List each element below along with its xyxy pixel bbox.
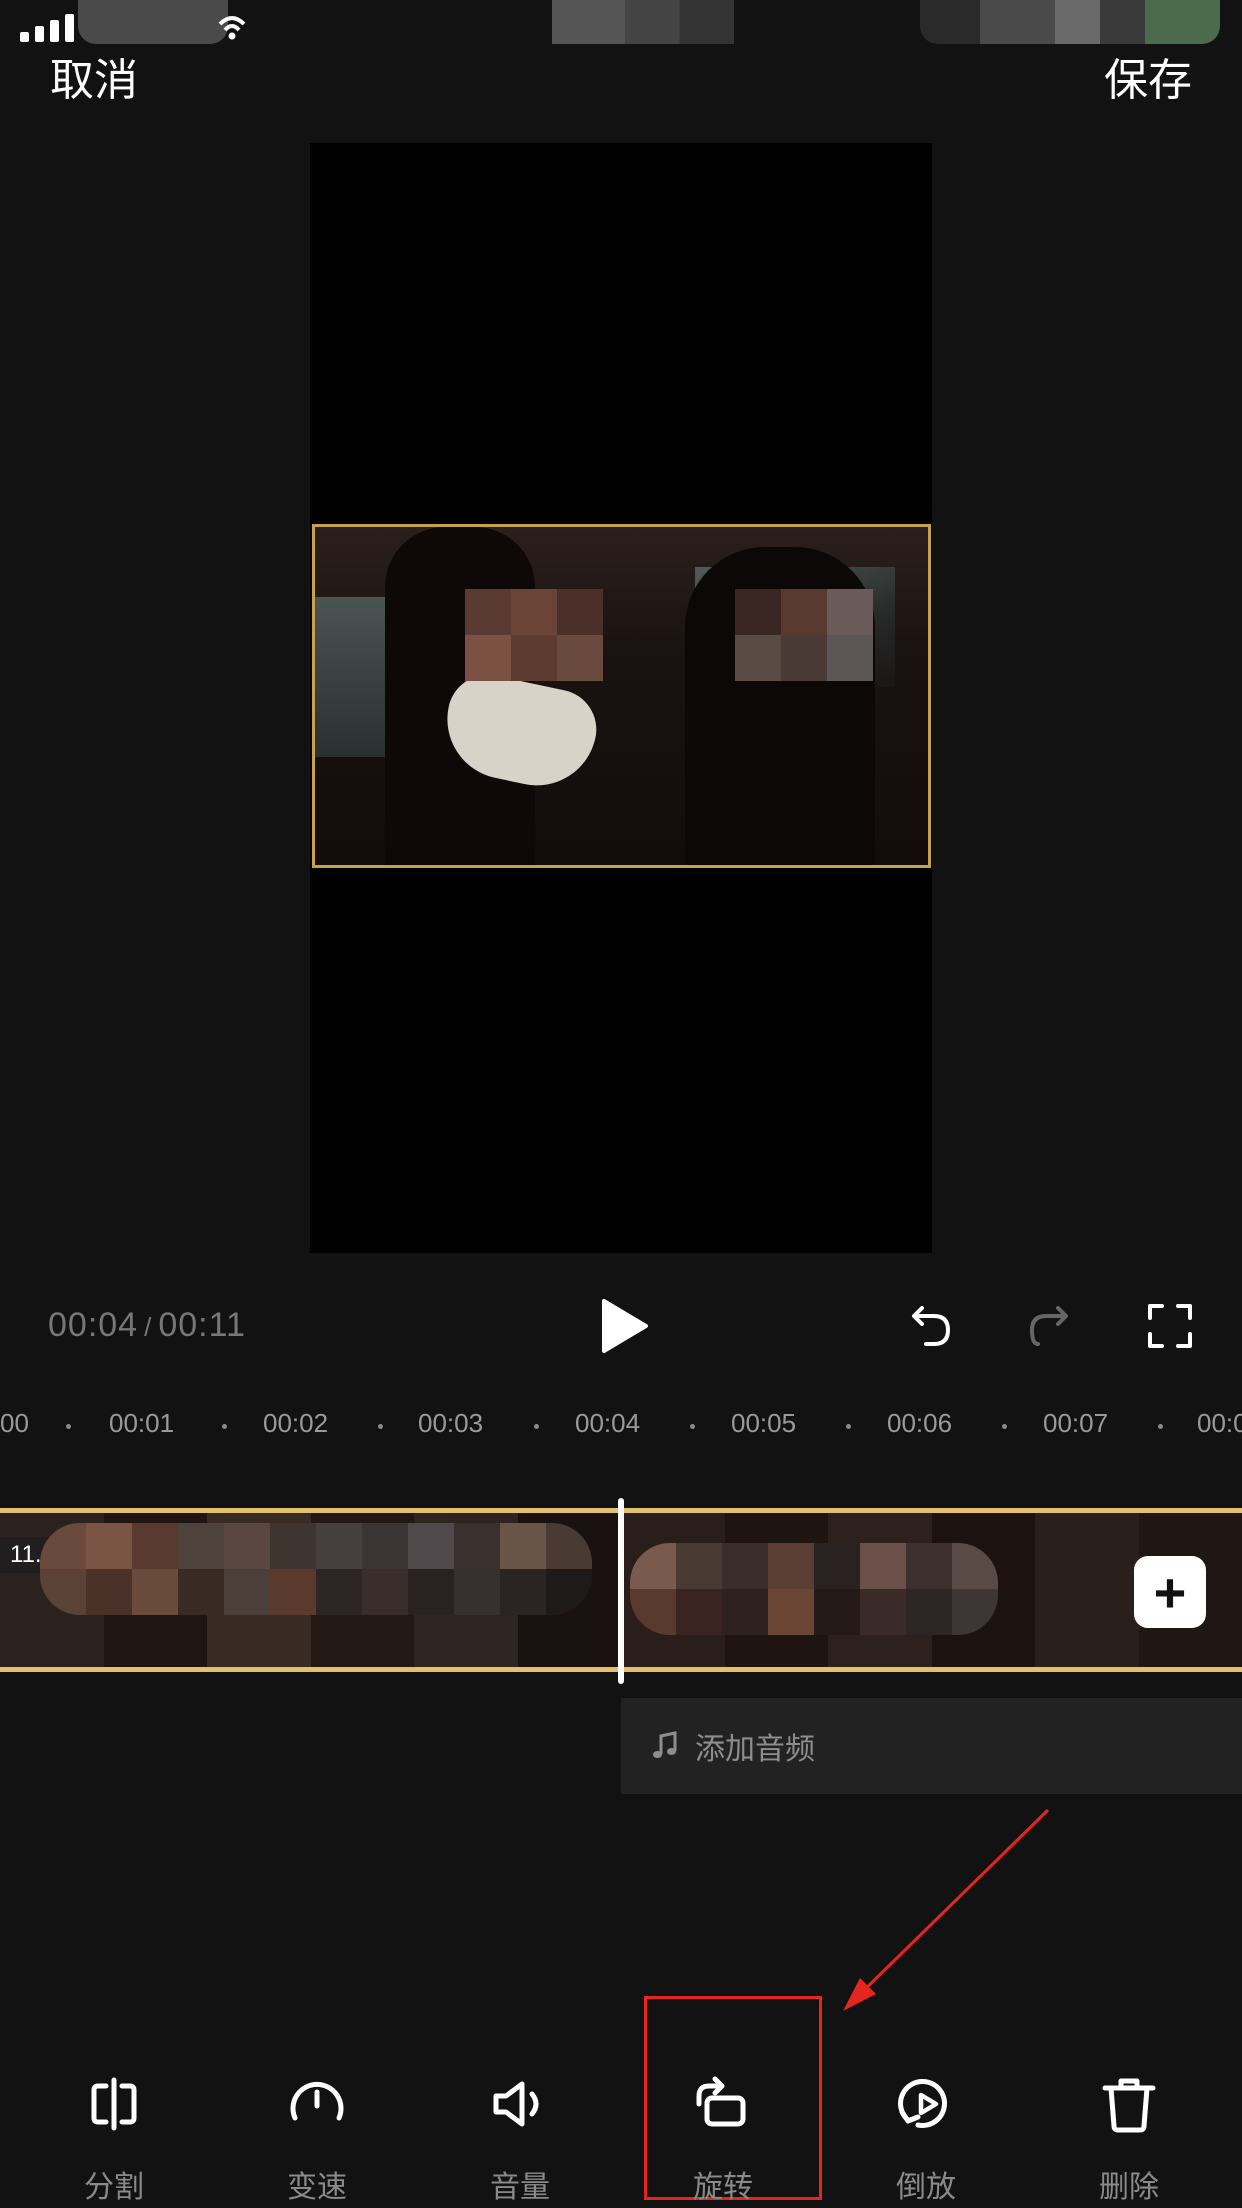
reverse-button[interactable]: 倒放 [851, 2050, 1001, 2206]
music-note-icon [653, 1731, 677, 1758]
ruler-tick: 00:02 [263, 1408, 329, 1438]
redacted-area [920, 0, 1220, 44]
ruler-tick: 00:01 [109, 1408, 175, 1438]
blurred-thumbnail [630, 1543, 998, 1635]
volume-button[interactable]: 音量 [445, 2050, 595, 2206]
time-separator: / [144, 1312, 153, 1342]
delete-button[interactable]: 删除 [1054, 2050, 1204, 2206]
play-icon[interactable] [598, 1297, 650, 1355]
video-preview[interactable] [310, 143, 932, 1253]
speed-button[interactable]: 变速 [242, 2050, 392, 2206]
add-audio-label: 添加音频 [695, 1733, 815, 1766]
redacted-area [78, 0, 228, 44]
speed-label: 变速 [287, 2171, 347, 2204]
time-ruler: 00 00:01 00:02 00:03 00:04 00:05 00:06 0… [0, 1408, 1242, 1448]
save-button[interactable]: 保存 [1104, 44, 1192, 108]
undo-icon[interactable] [904, 1300, 956, 1352]
ruler-tick: 00:06 [887, 1408, 953, 1438]
status-bar [0, 0, 1242, 48]
reverse-label: 倒放 [896, 2171, 956, 2204]
volume-label: 音量 [490, 2171, 550, 2204]
video-frame[interactable] [312, 524, 931, 868]
ruler-tick: 00:05 [731, 1408, 797, 1438]
speed-icon [290, 2081, 344, 2121]
split-label: 分割 [84, 2171, 144, 2204]
delete-label: 删除 [1099, 2171, 1159, 2204]
add-clip-button[interactable]: + [1134, 1556, 1206, 1628]
ruler-tick: 00:0 [1197, 1408, 1242, 1438]
total-time: 00:11 [158, 1306, 246, 1344]
trash-icon [1102, 2078, 1156, 2133]
ruler-tick: 00:07 [1043, 1408, 1109, 1438]
blurred-thumbnail [40, 1523, 592, 1615]
time-display: 00:04/00:11 [48, 1306, 246, 1345]
split-button[interactable]: 分割 [39, 2050, 189, 2206]
ruler-tick: 00:04 [575, 1408, 641, 1438]
redacted-area [552, 0, 734, 44]
blurred-face [735, 589, 873, 681]
ruler-tick: 00 [0, 1408, 29, 1438]
current-time: 00:04 [48, 1306, 139, 1344]
edit-toolbar: 分割 变速 音量 旋转 倒放 删除 [0, 2050, 1242, 2208]
blurred-face [465, 589, 603, 681]
volume-icon [493, 2081, 539, 2127]
add-audio-button[interactable]: 添加音频 [621, 1698, 1242, 1794]
ruler-tick: 00:03 [418, 1408, 484, 1438]
fullscreen-icon[interactable] [1146, 1302, 1194, 1350]
signal-icon [20, 14, 74, 42]
cancel-button[interactable]: 取消 [50, 44, 138, 108]
wifi-icon [218, 16, 246, 40]
playhead[interactable] [618, 1498, 624, 1684]
rotate-button[interactable]: 旋转 [648, 2050, 798, 2206]
reverse-icon [898, 2078, 948, 2128]
rotate-icon [696, 2076, 746, 2127]
split-icon [91, 2077, 137, 2131]
redo-icon[interactable] [1024, 1300, 1076, 1352]
rotate-label: 旋转 [693, 2171, 753, 2204]
